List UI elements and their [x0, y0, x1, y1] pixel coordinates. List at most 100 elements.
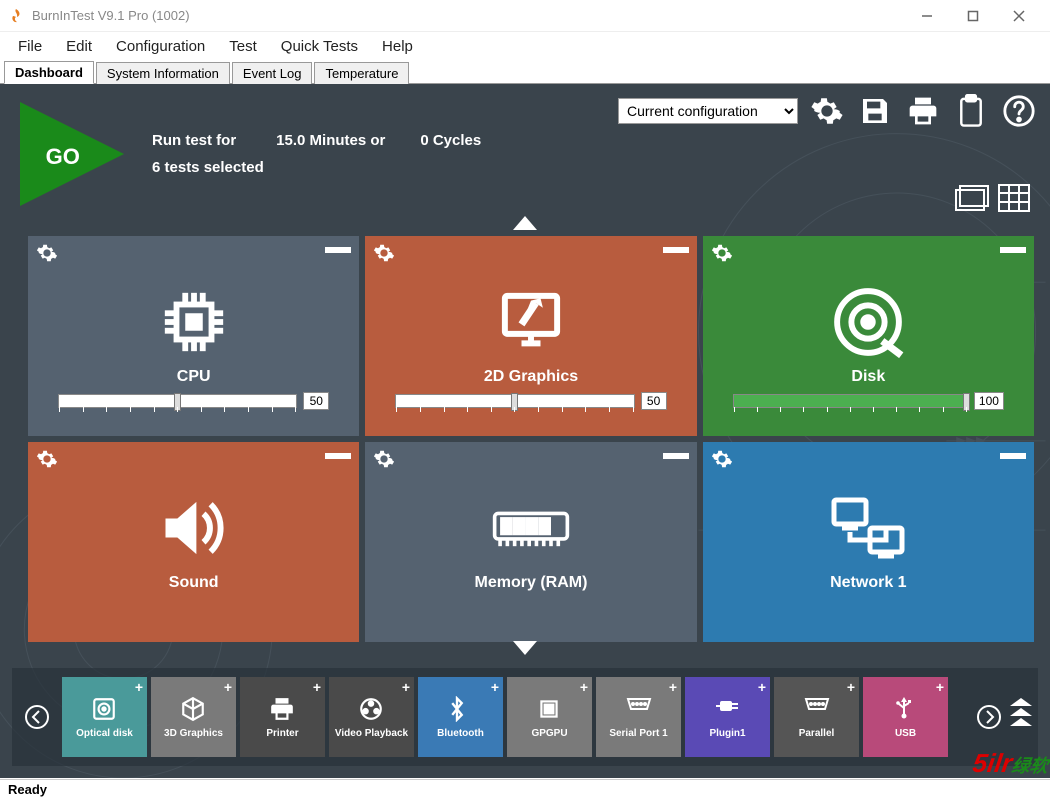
configuration-select[interactable]: Current configuration [618, 98, 798, 124]
add-icon[interactable]: + [491, 679, 499, 695]
tile-settings-icon[interactable] [711, 242, 733, 269]
add-icon[interactable]: + [580, 679, 588, 695]
expand-all-icon[interactable] [1010, 698, 1032, 741]
mini-icon [892, 696, 920, 724]
scroll-down-icon[interactable] [513, 641, 537, 660]
menubar: File Edit Configuration Test Quick Tests… [0, 32, 1050, 60]
status-text: Ready [8, 782, 47, 797]
clipboard-icon[interactable] [952, 92, 990, 130]
mini-icon [447, 696, 475, 724]
mini-tile-parallel[interactable]: + Parallel [774, 677, 859, 757]
add-icon[interactable]: + [669, 679, 677, 695]
tile-slider-value: 50 [303, 392, 329, 410]
mini-tile-video-playback[interactable]: + Video Playback [329, 677, 414, 757]
tile-net[interactable]: Network 1 [703, 442, 1034, 642]
scroll-up-icon[interactable] [513, 216, 537, 235]
run-for-label: Run test for [152, 132, 272, 149]
view-tiles-icon[interactable] [954, 184, 990, 212]
mini-icon [803, 696, 831, 724]
tile-slider-value: 50 [641, 392, 667, 410]
menu-file[interactable]: File [8, 36, 52, 57]
tile-slider[interactable]: 50 [58, 392, 329, 410]
tile-remove-icon[interactable] [325, 242, 351, 269]
settings-icon[interactable] [808, 92, 846, 130]
menu-edit[interactable]: Edit [56, 36, 102, 57]
run-minutes: 15.0 Minutes or [276, 132, 416, 149]
menu-help[interactable]: Help [372, 36, 423, 57]
add-icon[interactable]: + [402, 679, 410, 695]
tile-cpu[interactable]: CPU 50 [28, 236, 359, 436]
scroll-right-icon[interactable] [974, 702, 1004, 732]
mini-tile-printer[interactable]: + Printer [240, 677, 325, 757]
tile-slider-value: 100 [974, 392, 1004, 410]
tile-label: CPU [177, 368, 211, 386]
tile-settings-icon[interactable] [373, 242, 395, 269]
scroll-left-icon[interactable] [22, 702, 52, 732]
mini-icon [625, 696, 653, 724]
mini-icon [358, 696, 386, 724]
maximize-button[interactable] [950, 1, 996, 31]
mini-tile-bluetooth[interactable]: + Bluetooth [418, 677, 503, 757]
mini-tile-gpgpu[interactable]: + GPGPU [507, 677, 592, 757]
tab-event-log[interactable]: Event Log [232, 62, 313, 84]
close-button[interactable] [996, 1, 1042, 31]
tile-slider[interactable]: 100 [733, 392, 1004, 410]
save-icon[interactable] [856, 92, 894, 130]
tab-temperature[interactable]: Temperature [314, 62, 409, 84]
print-icon[interactable] [904, 92, 942, 130]
tile-2d[interactable]: 2D Graphics 50 [365, 236, 696, 436]
mini-tile-usb[interactable]: + USB [863, 677, 948, 757]
tile-remove-icon[interactable] [325, 448, 351, 475]
mini-label: Optical disk [76, 728, 133, 739]
mini-tile-serial-port-1[interactable]: + Serial Port 1 [596, 677, 681, 757]
tile-disk-icon [828, 282, 908, 362]
add-icon[interactable]: + [847, 679, 855, 695]
go-button[interactable]: GO [12, 94, 132, 214]
tile-settings-icon[interactable] [711, 448, 733, 475]
view-grid-icon[interactable] [998, 184, 1034, 212]
add-icon[interactable]: + [758, 679, 766, 695]
menu-test[interactable]: Test [219, 36, 267, 57]
titlebar: BurnInTest V9.1 Pro (1002) [0, 0, 1050, 32]
tile-remove-icon[interactable] [1000, 448, 1026, 475]
tiles-container: CPU 50 2D Graphics 50 [28, 236, 1034, 650]
add-icon[interactable]: + [135, 679, 143, 695]
tile-label: Disk [851, 368, 885, 386]
add-icon[interactable]: + [224, 679, 232, 695]
tile-remove-icon[interactable] [663, 242, 689, 269]
mini-tile-optical-disk[interactable]: + Optical disk [62, 677, 147, 757]
tile-sound[interactable]: Sound [28, 442, 359, 642]
minimize-button[interactable] [904, 1, 950, 31]
mini-label: USB [895, 728, 916, 739]
mini-tile-3d-graphics[interactable]: + 3D Graphics [151, 677, 236, 757]
tile-mem-icon [491, 488, 571, 568]
tile-remove-icon[interactable] [663, 448, 689, 475]
tile-net-icon [828, 488, 908, 568]
toolbar: Current configuration [618, 92, 1038, 130]
tile-settings-icon[interactable] [373, 448, 395, 475]
statusbar: Ready [0, 779, 1050, 801]
tab-dashboard[interactable]: Dashboard [4, 61, 94, 84]
tile-2d-icon [491, 282, 571, 362]
mini-tile-plugin1[interactable]: + Plugin1 [685, 677, 770, 757]
go-label: GO [46, 144, 80, 170]
tab-system-information[interactable]: System Information [96, 62, 230, 84]
add-icon[interactable]: + [313, 679, 321, 695]
menu-quick-tests[interactable]: Quick Tests [271, 36, 368, 57]
help-icon[interactable] [1000, 92, 1038, 130]
tile-label: Network 1 [830, 574, 906, 592]
tile-settings-icon[interactable] [36, 448, 58, 475]
tile-slider[interactable]: 50 [395, 392, 666, 410]
menu-configuration[interactable]: Configuration [106, 36, 215, 57]
add-icon[interactable]: + [936, 679, 944, 695]
mini-label: GPGPU [531, 728, 567, 739]
tile-settings-icon[interactable] [36, 242, 58, 269]
tile-disk[interactable]: Disk 100 [703, 236, 1034, 436]
run-info: Run test for 15.0 Minutes or 0 Cycles 6 … [152, 132, 481, 176]
mini-label: Serial Port 1 [609, 728, 667, 739]
tile-remove-icon[interactable] [1000, 242, 1026, 269]
mini-icon [91, 696, 119, 724]
tile-mem[interactable]: Memory (RAM) [365, 442, 696, 642]
tile-cpu-icon [154, 282, 234, 362]
window-title: BurnInTest V9.1 Pro (1002) [32, 8, 904, 23]
